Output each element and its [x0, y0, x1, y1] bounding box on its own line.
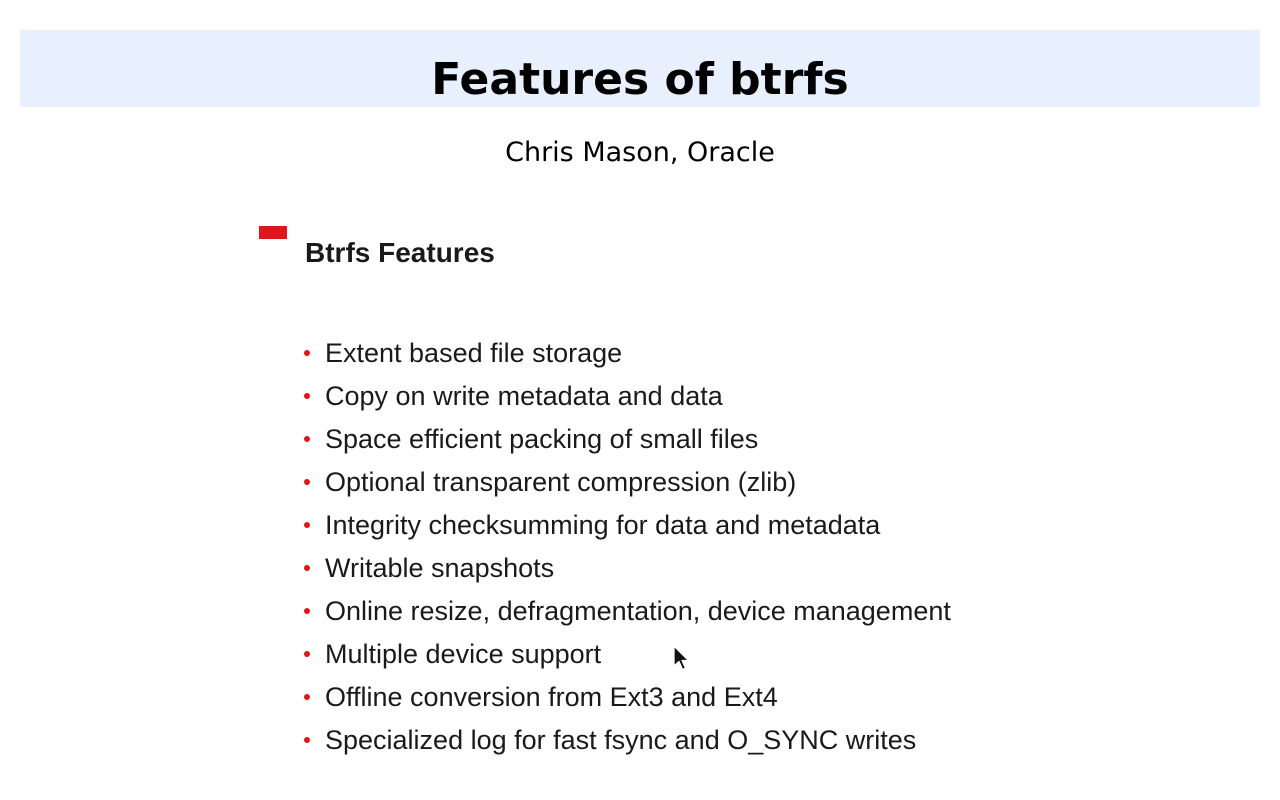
page-subtitle: Chris Mason, Oracle	[505, 137, 775, 168]
mouse-pointer-icon	[673, 645, 690, 671]
list-item: Specialized log for fast fsync and O_SYN…	[302, 722, 951, 765]
list-item-text: Optional transparent compression (zlib)	[325, 467, 797, 497]
bullet-icon	[304, 651, 310, 657]
list-item-text: Writable snapshots	[325, 553, 555, 583]
bullet-icon	[304, 694, 310, 700]
list-item-text: Integrity checksumming for data and meta…	[325, 510, 881, 540]
bullet-icon	[304, 608, 310, 614]
list-item-text: Extent based file storage	[325, 338, 623, 368]
list-item: Copy on write metadata and data	[302, 378, 951, 421]
list-item: Writable snapshots	[302, 550, 951, 593]
bullet-icon	[304, 350, 310, 356]
slide-heading: Btrfs Features	[305, 237, 495, 268]
list-item-text: Multiple device support	[325, 639, 602, 669]
list-item-text: Copy on write metadata and data	[325, 381, 723, 411]
list-item: Offline conversion from Ext3 and Ext4	[302, 679, 951, 722]
list-item: Online resize, defragmentation, device m…	[302, 593, 951, 636]
list-item: Integrity checksumming for data and meta…	[302, 507, 951, 550]
bullet-icon	[304, 436, 310, 442]
list-item-text: Online resize, defragmentation, device m…	[325, 596, 951, 626]
list-item: Optional transparent compression (zlib)	[302, 464, 951, 507]
list-item-text: Offline conversion from Ext3 and Ext4	[325, 682, 778, 712]
slide-image: Btrfs Features Extent based file storage…	[240, 200, 1040, 780]
page-title: Features of btrfs	[431, 54, 849, 105]
bullet-icon	[304, 737, 310, 743]
list-item: Space efficient packing of small files	[302, 421, 951, 464]
list-item-text: Specialized log for fast fsync and O_SYN…	[325, 725, 917, 755]
bullet-icon	[304, 565, 310, 571]
bullet-icon	[304, 522, 310, 528]
red-marker-icon	[259, 226, 287, 239]
bullet-icon	[304, 393, 310, 399]
list-item-text: Space efficient packing of small files	[325, 424, 759, 454]
feature-list: Extent based file storage Copy on write …	[302, 335, 951, 765]
list-item: Multiple device support	[302, 636, 951, 679]
list-item: Extent based file storage	[302, 335, 951, 378]
bullet-icon	[304, 479, 310, 485]
